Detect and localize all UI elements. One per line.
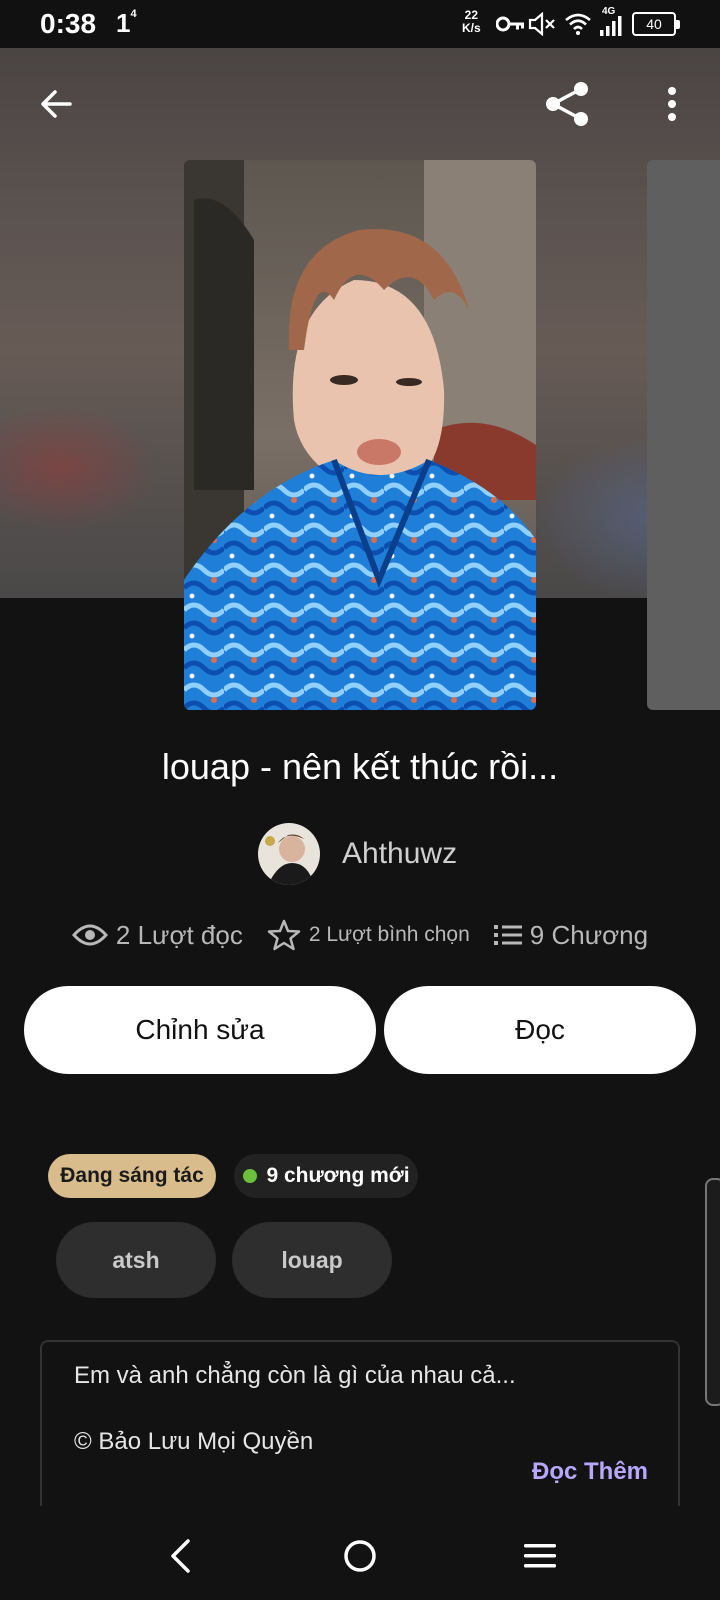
description-line: Em và anh chẳng còn là gì của nhau cả... [74, 1362, 516, 1389]
new-chapters-chip: 9 chương mới [234, 1154, 418, 1198]
signal-icon [600, 16, 622, 36]
story-description: Em và anh chẳng còn là gì của nhau cả...… [40, 1340, 680, 1506]
list-icon [493, 925, 522, 945]
chapters-count: 9 Chương [529, 919, 649, 950]
back-button[interactable] [26, 74, 86, 134]
tag-louap[interactable]: louap [232, 1222, 392, 1298]
author-avatar [258, 823, 320, 885]
next-story-cover[interactable] [647, 160, 720, 710]
reads-stat: 2 Lượt đọc [71, 919, 243, 951]
nav-back-button[interactable] [150, 1526, 210, 1586]
more-vertical-icon [668, 87, 676, 121]
new-chapters-label: 9 chương mới [266, 1164, 410, 1187]
status-time: 0:38 [40, 8, 97, 39]
reads-count: 2 Lượt đọc [115, 919, 243, 950]
author-name: Ahthuwz [342, 837, 458, 870]
key-icon [496, 16, 524, 32]
status-bar: 0:38 14 22 K/s 4G 40 [0, 0, 720, 48]
system-nav-bar [0, 1506, 720, 1600]
votes-count: 2 Lượt bình chọn [308, 923, 470, 946]
green-dot-icon [243, 1169, 258, 1183]
nav-home-button[interactable] [330, 1526, 390, 1586]
author-link[interactable]: Ahthuwz [258, 822, 457, 886]
chevron-left-icon [171, 1539, 190, 1573]
battery-indicator: 40 [632, 12, 680, 36]
story-stats: 2 Lượt đọc 2 Lượt bình chọn 9 Chương [0, 918, 720, 952]
notification-indicator: 14 [116, 8, 137, 38]
star-icon [267, 919, 301, 951]
wifi-icon [565, 13, 591, 35]
tag-atsh[interactable]: atsh [56, 1222, 216, 1298]
nav-recents-button[interactable] [510, 1526, 570, 1586]
story-cover-image[interactable] [184, 160, 536, 710]
share-icon [546, 82, 588, 126]
circle-home-icon [344, 1540, 376, 1572]
mute-icon [528, 12, 555, 36]
status-chip: Đang sáng tác [48, 1154, 216, 1198]
copyright-line: © Bảo Lưu Mọi Quyền [74, 1428, 314, 1455]
fast-scroll-handle[interactable] [705, 1178, 720, 1406]
share-button[interactable] [538, 74, 598, 134]
more-options-button[interactable] [642, 74, 702, 134]
chapters-stat: 9 Chương [493, 919, 649, 951]
menu-lines-icon [524, 1544, 556, 1568]
eye-icon [71, 924, 108, 946]
edit-button[interactable]: Chỉnh sửa [24, 986, 376, 1074]
read-button[interactable]: Đọc [384, 986, 696, 1074]
arrow-left-icon [41, 90, 72, 118]
network-speed: 22 K/s [462, 8, 481, 35]
votes-stat: 2 Lượt bình chọn [267, 918, 470, 952]
story-title: louap - nên kết thúc rồi... [161, 746, 559, 787]
read-more-link[interactable]: Đọc Thêm [532, 1458, 648, 1486]
